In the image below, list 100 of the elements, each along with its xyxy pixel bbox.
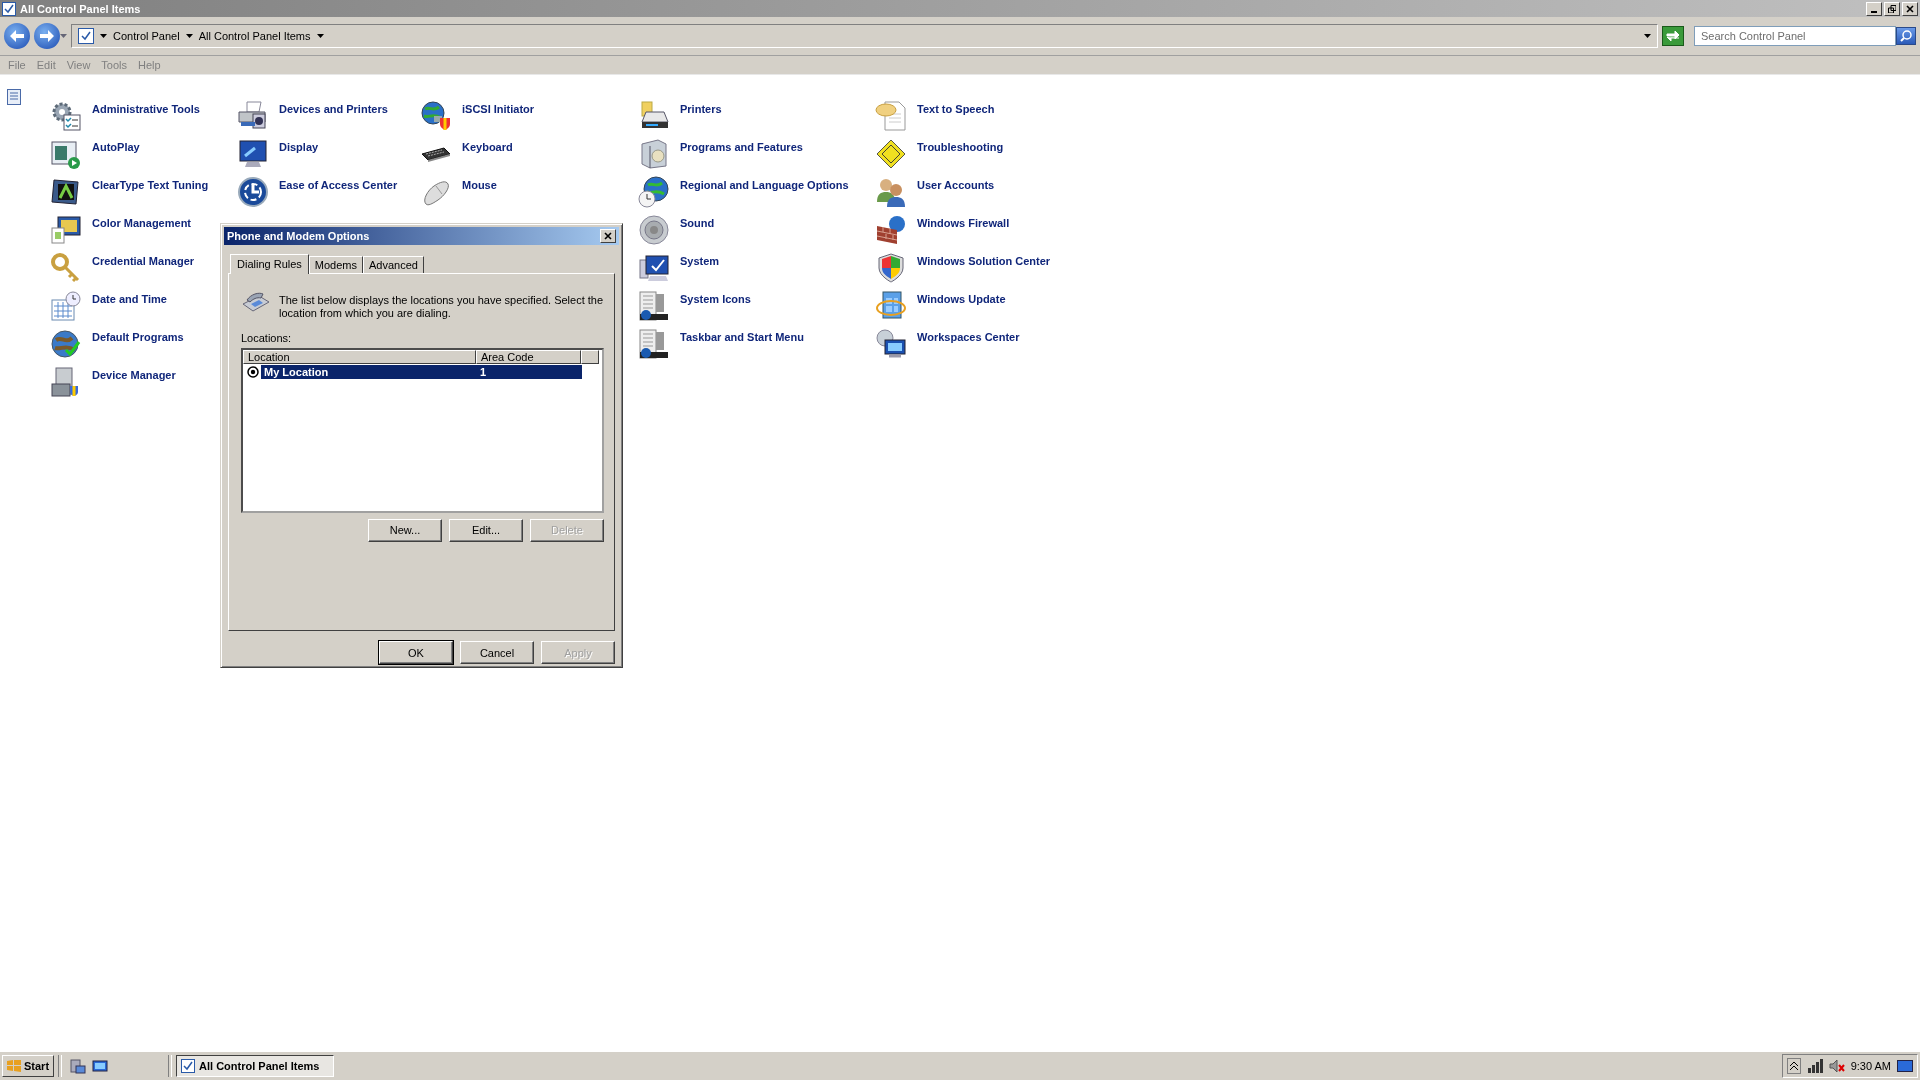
speaker-icon[interactable] xyxy=(638,214,670,246)
gear-icon[interactable] xyxy=(50,100,82,132)
control-panel-link[interactable]: Text to Speech xyxy=(917,100,995,115)
calendar-clock-icon[interactable] xyxy=(50,290,82,322)
close-icon[interactable] xyxy=(604,231,612,240)
tab[interactable]: Modems xyxy=(308,255,363,273)
control-panel-link[interactable]: Ease of Access Center xyxy=(279,176,398,191)
forward-button[interactable] xyxy=(34,23,60,49)
taskbar-button[interactable]: All Control Panel Items xyxy=(176,1055,335,1077)
arrow-left-icon xyxy=(10,30,24,42)
search-field[interactable]: Search Control Panel xyxy=(1694,26,1896,46)
control-panel-link[interactable]: Keyboard xyxy=(462,138,513,153)
computer-icon[interactable] xyxy=(875,328,907,360)
control-panel-link[interactable]: Programs and Features xyxy=(680,138,803,153)
control-panel-link[interactable]: Windows Solution Center xyxy=(917,252,1051,267)
software-box-icon[interactable] xyxy=(638,138,670,170)
minimize-button[interactable] xyxy=(1866,1,1882,16)
desktop-icon[interactable] xyxy=(92,1058,109,1074)
show-desktop-icon[interactable] xyxy=(1897,1059,1913,1073)
brick-wall-icon[interactable] xyxy=(875,214,907,246)
window-check-icon xyxy=(181,1059,196,1073)
tab[interactable]: Dialing Rules xyxy=(230,253,309,274)
control-panel-link[interactable]: iSCSI Initiator xyxy=(462,100,535,115)
caret-icon xyxy=(1644,34,1651,38)
control-panel-link[interactable]: Sound xyxy=(680,214,715,229)
control-panel-link[interactable]: Windows Update xyxy=(917,290,1006,305)
caret-icon xyxy=(316,34,324,38)
column-header[interactable]: Area Code xyxy=(476,349,581,364)
description-text: The list below displays the locations you have specified. Select the location from which you are dialing. xyxy=(279,292,604,320)
control-panel-link[interactable]: Default Programs xyxy=(92,328,184,343)
shield-icon[interactable] xyxy=(875,252,907,284)
breadcrumb-button[interactable]: All Control Panel Items xyxy=(198,30,324,42)
control-panel-link[interactable]: Date and Time xyxy=(92,290,167,305)
network-icon[interactable] xyxy=(1806,1059,1823,1073)
back-button[interactable] xyxy=(4,23,30,49)
close-icon[interactable] xyxy=(1906,4,1914,13)
server-manager-icon[interactable] xyxy=(70,1058,87,1074)
monitor-icon[interactable] xyxy=(50,176,82,208)
accessibility-icon[interactable] xyxy=(237,176,269,208)
pane-icon xyxy=(7,89,21,105)
control-panel-link[interactable]: Printers xyxy=(680,100,722,115)
breadcrumb-button[interactable]: Control Panel xyxy=(113,30,193,42)
address-field[interactable]: Control Panel All Control Panel Items xyxy=(71,24,1658,48)
start-button[interactable]: Start xyxy=(2,1055,55,1077)
control-panel-link[interactable]: Color Management xyxy=(92,214,191,229)
history-dropdown-button[interactable] xyxy=(60,34,67,38)
dialog-button[interactable]: OK xyxy=(379,641,453,664)
users-icon[interactable] xyxy=(875,176,907,208)
column-header[interactable]: Location xyxy=(243,349,476,364)
control-panel-link[interactable]: ClearType Text Tuning xyxy=(92,176,209,191)
control-panel-link[interactable]: Taskbar and Start Menu xyxy=(680,328,804,343)
monitor-icon[interactable] xyxy=(237,138,269,170)
chevron-up-icon xyxy=(1789,1062,1798,1070)
search-button[interactable] xyxy=(1896,27,1916,45)
tab[interactable]: Advanced xyxy=(363,255,424,273)
show-hidden-icons-button[interactable] xyxy=(1786,1058,1801,1074)
control-panel-link[interactable]: Devices and Printers xyxy=(279,100,388,115)
caret-icon xyxy=(60,34,67,38)
column-header xyxy=(581,349,599,364)
control-panel-link[interactable]: System Icons xyxy=(680,290,751,305)
clock[interactable]: 9:30 AM xyxy=(1850,1060,1891,1072)
control-panel-link[interactable]: Workspaces Center xyxy=(917,328,1020,343)
diamond-sign-icon[interactable] xyxy=(875,138,907,170)
monitor-icon[interactable] xyxy=(50,214,82,246)
window-play-icon[interactable] xyxy=(50,138,82,170)
table-cell[interactable]: 1 xyxy=(477,365,582,380)
update-icon[interactable] xyxy=(875,290,907,322)
arrow-right-icon xyxy=(40,30,54,42)
control-panel-link[interactable]: Device Manager xyxy=(92,366,176,381)
control-panel-link[interactable]: Regional and Language Options xyxy=(680,176,849,191)
control-panel-link[interactable]: Troubleshooting xyxy=(917,138,1004,153)
control-panel-link[interactable]: Mouse xyxy=(462,176,497,191)
panel-icon[interactable] xyxy=(638,290,670,322)
control-panel-link[interactable]: Credential Manager xyxy=(92,252,195,267)
window-title: All Control Panel Items xyxy=(20,2,142,15)
control-panel-link[interactable]: Display xyxy=(279,138,319,153)
computer-icon[interactable] xyxy=(638,252,670,284)
close-button[interactable] xyxy=(600,228,616,243)
close-button[interactable] xyxy=(1902,1,1918,16)
control-panel-link[interactable]: Administrative Tools xyxy=(92,100,200,115)
globe-shield-icon[interactable] xyxy=(420,100,452,132)
windows-flag-icon xyxy=(7,1060,21,1072)
control-panel-link[interactable]: System xyxy=(680,252,720,267)
action-button[interactable]: New... xyxy=(368,518,442,542)
muted-speaker-icon[interactable] xyxy=(1828,1059,1845,1073)
table-cell[interactable]: My Location xyxy=(261,365,477,380)
locations-list[interactable]: Location Area Code My Location 1 xyxy=(241,347,604,513)
control-panel-link[interactable]: Windows Firewall xyxy=(917,214,1010,229)
dialog-title: Phone and Modem Options xyxy=(227,229,371,242)
restore-button[interactable] xyxy=(1884,1,1900,16)
printer-icon[interactable] xyxy=(237,100,269,132)
globe-check-icon[interactable] xyxy=(50,328,82,360)
control-panel-link[interactable]: AutoPlay xyxy=(92,138,140,153)
panel-icon[interactable] xyxy=(638,328,670,360)
refresh-button[interactable] xyxy=(1662,26,1684,46)
control-panel-link[interactable]: User Accounts xyxy=(917,176,995,191)
globe-clock-icon[interactable] xyxy=(638,176,670,208)
restore-icon[interactable] xyxy=(1888,4,1896,13)
action-button[interactable]: Edit... xyxy=(449,518,523,542)
dialog-button[interactable]: Cancel xyxy=(460,641,534,664)
